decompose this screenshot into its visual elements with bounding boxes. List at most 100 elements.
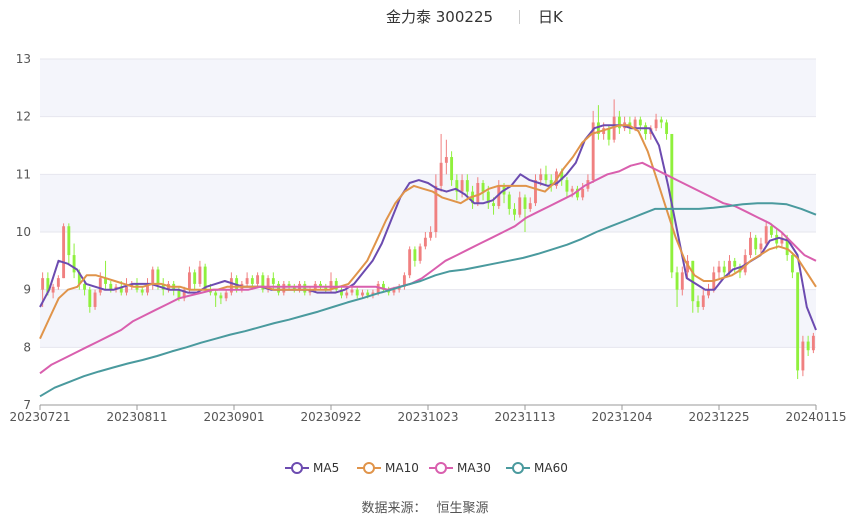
y-tick-label: 8 [23,340,31,354]
candle-body [675,272,679,290]
x-axis: 20230721 20230811 20230901 20230922 20231023… [9,404,847,424]
candle-body [528,203,532,209]
candle-body [769,226,773,235]
candle-body [72,255,76,273]
x-tick-label: 20231113 [494,410,555,424]
candle-body [460,180,464,192]
candle-body [439,162,443,186]
candle-body [187,272,191,290]
candle-body [51,286,55,293]
candle-body [701,295,705,307]
candle-body [539,174,543,181]
candle-body [749,237,752,256]
candle-body [98,278,102,293]
candle-body [366,292,370,296]
candle-body [245,278,249,284]
candle-body [219,295,223,299]
grid-band [40,59,816,117]
candle-body [151,269,155,284]
candle-body [198,266,202,284]
candle-body [570,188,574,192]
legend-item-ma10[interactable]: MA10 [357,458,419,478]
y-tick-label: 12 [16,110,31,124]
legend-label: MA30 [457,461,491,475]
grid-bands [40,58,816,406]
grid-band [40,289,816,348]
candle-body [465,180,469,192]
candle-body [423,237,427,247]
candle-body [140,289,144,293]
candle-body [492,203,495,207]
candle-body [481,182,485,192]
candle-body [355,289,359,296]
legend-label: MA10 [385,461,419,475]
candle-body [41,278,45,290]
legend-swatch-icon [285,462,309,474]
source-value: 恒生聚源 [436,501,489,516]
data-source: 数据来源： 恒生聚源 [0,497,850,516]
candle-body [790,255,794,273]
candle-body [444,157,448,163]
x-tick-label: 20231204 [591,410,652,424]
grid-band [40,116,816,175]
candle-body [418,246,422,261]
candle-body [56,278,60,287]
candle-body [282,283,286,293]
legend-label: MA60 [534,461,568,475]
legend-swatch-icon [429,462,453,474]
legend-item-ma30[interactable]: MA30 [429,458,491,478]
candle-body [513,208,516,215]
candle-body [581,188,585,198]
legend-label: MA5 [313,461,340,475]
candle-body [83,283,87,290]
candle-body [811,335,815,351]
candle-body [544,174,548,181]
candle-body [633,119,637,129]
grid-band [40,232,816,290]
candle-body [507,194,511,209]
candle-body [156,269,160,284]
x-tick-label: 20230721 [9,410,70,424]
candle-body [214,292,218,296]
candle-body [429,232,433,238]
candle-body [806,341,810,351]
y-tick-label: 10 [16,225,31,239]
candle-body [680,272,684,290]
x-tick-label: 20240115 [785,410,846,424]
candle-body [193,272,197,284]
y-tick-label: 9 [23,283,31,297]
x-tick-label: 20230901 [203,410,264,424]
candle-body [654,119,658,129]
candle-body [277,283,281,293]
candle-body [733,260,737,267]
candle-body [345,292,349,296]
candle-body [125,286,128,293]
candle-body [659,119,663,123]
candle-body [754,237,758,250]
candle-body [759,243,763,250]
candle-body [523,197,527,209]
legend-swatch-icon [506,462,530,474]
candlestick-chart[interactable]: 78910111213 20230721 20230811 20230901 2023… [0,0,850,517]
candle-body [250,278,254,284]
candle-body [224,292,228,299]
candle-body [665,122,669,134]
x-tick-label: 20231225 [688,410,749,424]
legend-item-ma60[interactable]: MA60 [506,458,568,478]
candle-body [256,275,260,284]
legend-item-ma5[interactable]: MA5 [285,458,339,478]
candle-body [303,283,307,293]
y-tick-label: 13 [16,52,31,66]
candle-body [644,125,648,134]
candle-body [93,292,97,307]
candle-body [62,226,66,279]
x-tick-label: 20231023 [397,410,458,424]
candle-body [796,272,800,371]
y-axis: 78910111213 [16,52,31,412]
x-tick-label: 20230811 [106,410,167,424]
candle-body [764,226,768,244]
candle-body [450,157,454,181]
candle-body [67,226,71,256]
candle-body [476,182,480,204]
candle-body [518,197,522,215]
